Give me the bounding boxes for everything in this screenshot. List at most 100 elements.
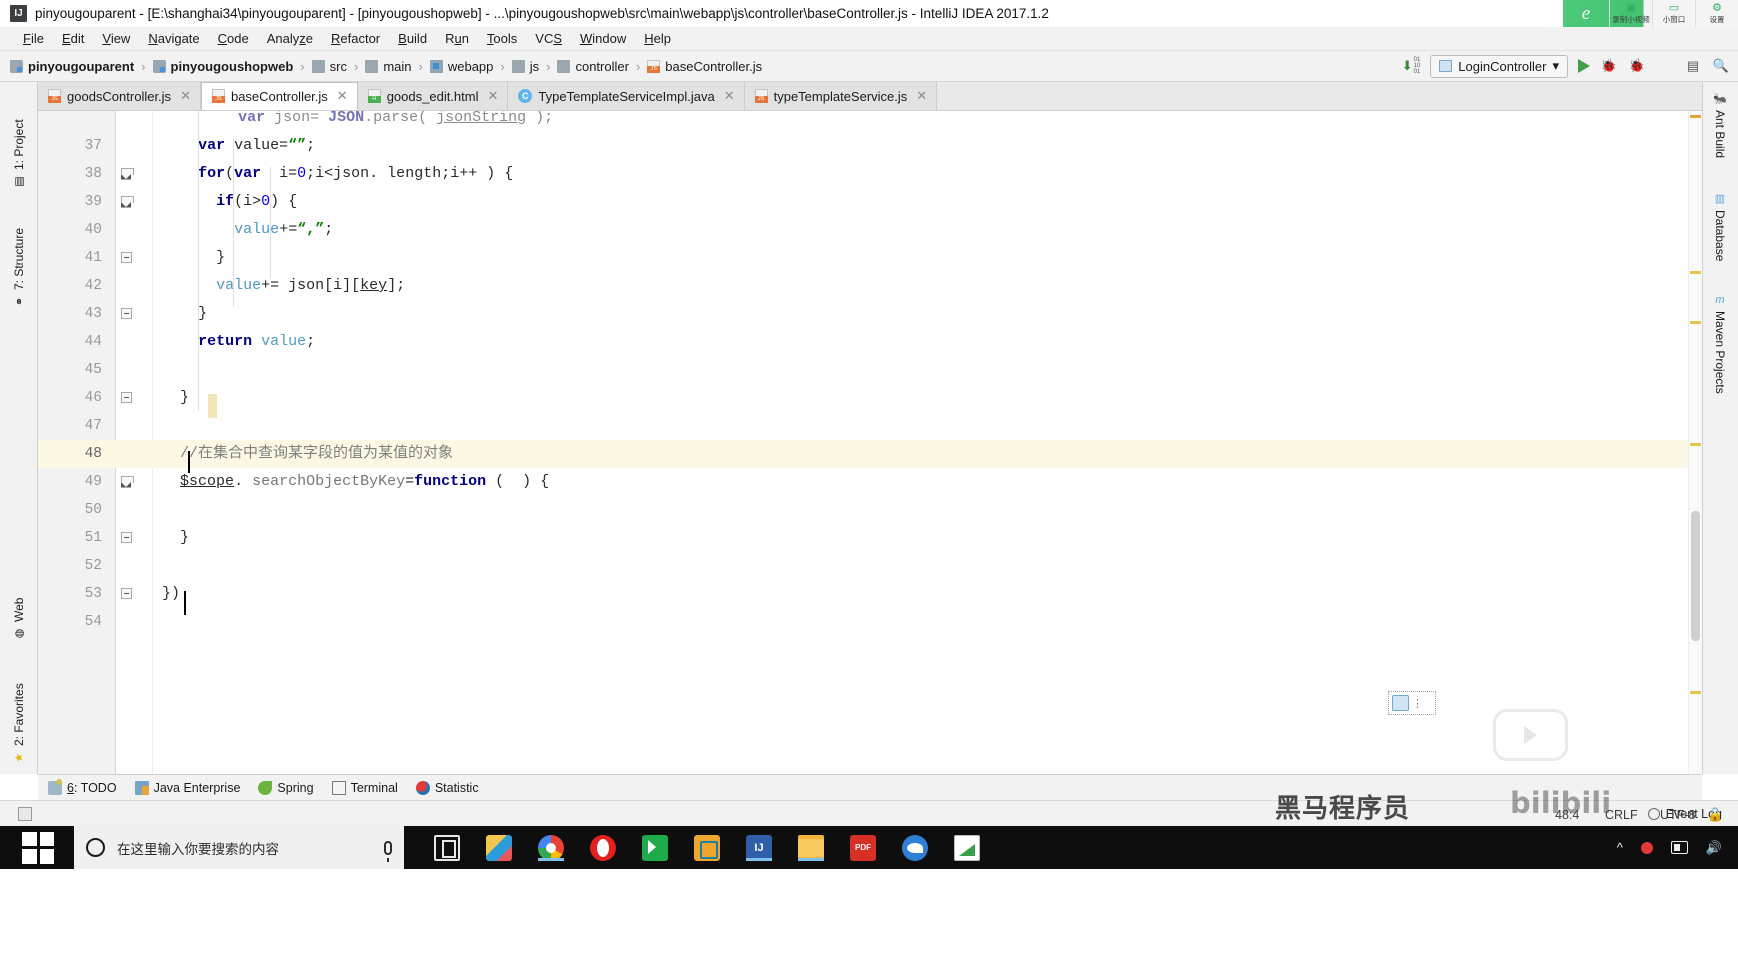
editor-floating-widget[interactable]: ⋮ — [1388, 691, 1436, 715]
windows-start-icon[interactable] — [22, 831, 54, 864]
breadcrumb-item-js[interactable]: js — [511, 59, 539, 74]
code-line[interactable]: 43} — [38, 300, 1702, 328]
fold-collapse-icon[interactable] — [121, 308, 132, 319]
download-update-icon[interactable]: ⬇ 01 10 01 — [1402, 57, 1421, 75]
volume-icon[interactable]: 🔊 — [1706, 840, 1722, 856]
menu-item-build[interactable]: Build — [389, 29, 436, 48]
more-dots-icon[interactable]: ⋮ — [1412, 697, 1423, 710]
paint-3d-icon[interactable] — [486, 834, 512, 861]
thunderbird-icon[interactable] — [902, 834, 928, 861]
sidebar-item-structure[interactable]: ⚭ 7: Structure — [0, 200, 38, 308]
menu-item-edit[interactable]: Edit — [53, 29, 93, 48]
task-view-icon[interactable] — [434, 834, 460, 861]
code-line[interactable]: 49 $scope. searchObjectByKey=function ( )… — [38, 468, 1702, 496]
breadcrumb-item-pinyougoushopweb[interactable]: pinyougoushopweb — [152, 59, 293, 74]
close-icon[interactable]: ✕ — [487, 88, 498, 104]
code-line[interactable]: 51} — [38, 524, 1702, 552]
settings-button[interactable]: ⚙ 设置 — [1695, 0, 1738, 27]
editor-tab-goods-edit-html[interactable]: goods_edit.html ✕ — [357, 82, 509, 110]
run-button[interactable] — [1578, 59, 1590, 73]
close-icon[interactable]: ✕ — [724, 88, 735, 104]
menu-item-vcs[interactable]: VCS — [526, 29, 571, 48]
code-line[interactable]: 40 value+=“,”; — [38, 216, 1702, 244]
menu-item-navigate[interactable]: Navigate — [139, 29, 208, 48]
menu-item-file[interactable]: File — [14, 29, 53, 48]
code-line[interactable]: 52 — [38, 552, 1702, 580]
record-video-button[interactable]: ▣ 录制小视频 — [1609, 0, 1652, 27]
opera-browser-icon[interactable] — [590, 834, 616, 861]
code-line[interactable]: 41} — [38, 244, 1702, 272]
editor-tab-basecontroller-js[interactable]: baseController.js ✕ — [200, 82, 358, 110]
fold-collapse-icon[interactable] — [121, 392, 132, 403]
tool-window-statistic[interactable]: Statistic — [415, 780, 479, 795]
menu-item-code[interactable]: Code — [209, 29, 258, 48]
code-line[interactable]: 44 return value; — [38, 328, 1702, 356]
sidebar-item-project[interactable]: ▤ 1: Project — [0, 92, 38, 188]
teamviewer-icon[interactable] — [694, 834, 720, 861]
menu-item-run[interactable]: Run — [436, 29, 478, 48]
breadcrumb-item-src[interactable]: src — [311, 59, 347, 74]
menu-item-window[interactable]: Window — [571, 29, 635, 48]
taskbar-search-box[interactable]: 在这里输入你要搜索的内容 — [74, 826, 404, 869]
menu-item-analyze[interactable]: Analyze — [258, 29, 322, 48]
menu-item-tools[interactable]: Tools — [478, 29, 526, 48]
notification-red-icon[interactable] — [1640, 841, 1653, 854]
fold-expand-icon[interactable] — [121, 196, 134, 207]
breadcrumb-item-controller[interactable]: controller — [557, 59, 629, 74]
file-explorer-icon[interactable] — [798, 834, 824, 861]
breadcrumb-item-pinyougouparent[interactable]: pinyougouparent — [10, 59, 134, 74]
google-chrome-icon[interactable] — [538, 834, 564, 861]
display-icon[interactable] — [1670, 841, 1688, 854]
code-line[interactable]: 50 — [38, 496, 1702, 524]
menu-item-refactor[interactable]: Refactor — [322, 29, 389, 48]
code-line[interactable]: 39 if(i>0) { — [38, 188, 1702, 216]
status-toggle-icon[interactable] — [18, 806, 32, 821]
wps-icon[interactable] — [642, 834, 668, 861]
debug-button[interactable]: 🐞 — [1600, 57, 1618, 75]
small-window-button[interactable]: ▭ 小窗口 — [1652, 0, 1695, 27]
breadcrumb-item-main[interactable]: main — [365, 59, 412, 74]
microphone-icon[interactable] — [384, 840, 392, 862]
editor-marker-bar[interactable] — [1688, 111, 1702, 774]
tool-window-6--todo[interactable]: 6: TODO — [48, 778, 117, 795]
sidebar-item-maven-projects[interactable]: m Maven Projects — [1702, 294, 1738, 424]
close-icon[interactable]: ✕ — [916, 88, 927, 104]
fold-collapse-icon[interactable] — [121, 252, 132, 263]
fold-expand-icon[interactable] — [121, 476, 134, 487]
menu-item-help[interactable]: Help — [635, 29, 680, 48]
run-configuration-selector[interactable]: LoginController ▾ — [1430, 54, 1568, 78]
code-line[interactable]: 46} — [38, 384, 1702, 412]
search-everywhere-icon[interactable]: 🔍 — [1712, 57, 1730, 75]
code-line[interactable]: 45 — [38, 356, 1702, 384]
fold-expand-icon[interactable] — [121, 168, 134, 179]
sidebar-item-web[interactable]: ◍ Web — [0, 582, 38, 640]
sidebar-item-ant-build[interactable]: 🐜 Ant Build — [1702, 92, 1738, 182]
tool-window-terminal[interactable]: Terminal — [331, 780, 398, 795]
editor-scrollbar-thumb[interactable] — [1691, 511, 1700, 641]
code-line[interactable]: 38 for(var i=0;i<json. length;i++ ) { — [38, 160, 1702, 188]
breadcrumb-item-basecontroller-js[interactable]: baseController.js — [647, 59, 762, 74]
fold-collapse-icon[interactable] — [121, 532, 132, 543]
breadcrumb-item-webapp[interactable]: webapp — [429, 59, 493, 74]
menu-item-view[interactable]: View — [93, 29, 139, 48]
pdf-reader-icon[interactable] — [850, 834, 876, 861]
close-icon[interactable]: ✕ — [180, 88, 191, 104]
intellij-idea-icon[interactable] — [746, 834, 772, 861]
fold-collapse-icon[interactable] — [121, 588, 132, 599]
code-editor[interactable]: var json= JSON.parse( jsonString ); 37 var… — [38, 111, 1702, 774]
tool-window-spring[interactable]: Spring — [258, 780, 314, 795]
close-icon[interactable]: ✕ — [337, 88, 348, 104]
sidebar-item-favorites[interactable]: ★ 2: Favorites — [0, 652, 38, 764]
code-line[interactable]: 47 — [38, 412, 1702, 440]
editor-tab-typetemplateservice-js[interactable]: typeTemplateService.js ✕ — [744, 82, 938, 110]
code-line[interactable]: 37 var value=“”; — [38, 132, 1702, 160]
editor-tab-typetemplateserviceimpl-java[interactable]: C TypeTemplateServiceImpl.java ✕ — [508, 82, 745, 110]
editor-tab-goodscontroller-js[interactable]: goodsController.js ✕ — [38, 82, 201, 110]
sidebar-item-database[interactable]: ▥ Database — [1702, 192, 1738, 284]
chart-app-icon[interactable] — [954, 834, 980, 861]
code-line[interactable]: 53}) — [38, 580, 1702, 608]
stop-button[interactable] — [1656, 57, 1674, 75]
code-line[interactable]: 42 value+= json[i][key]; — [38, 272, 1702, 300]
code-line[interactable]: 54 — [38, 608, 1702, 636]
code-line[interactable]: 48 //在集合中查询某字段的值为某值的对象 — [38, 440, 1702, 468]
